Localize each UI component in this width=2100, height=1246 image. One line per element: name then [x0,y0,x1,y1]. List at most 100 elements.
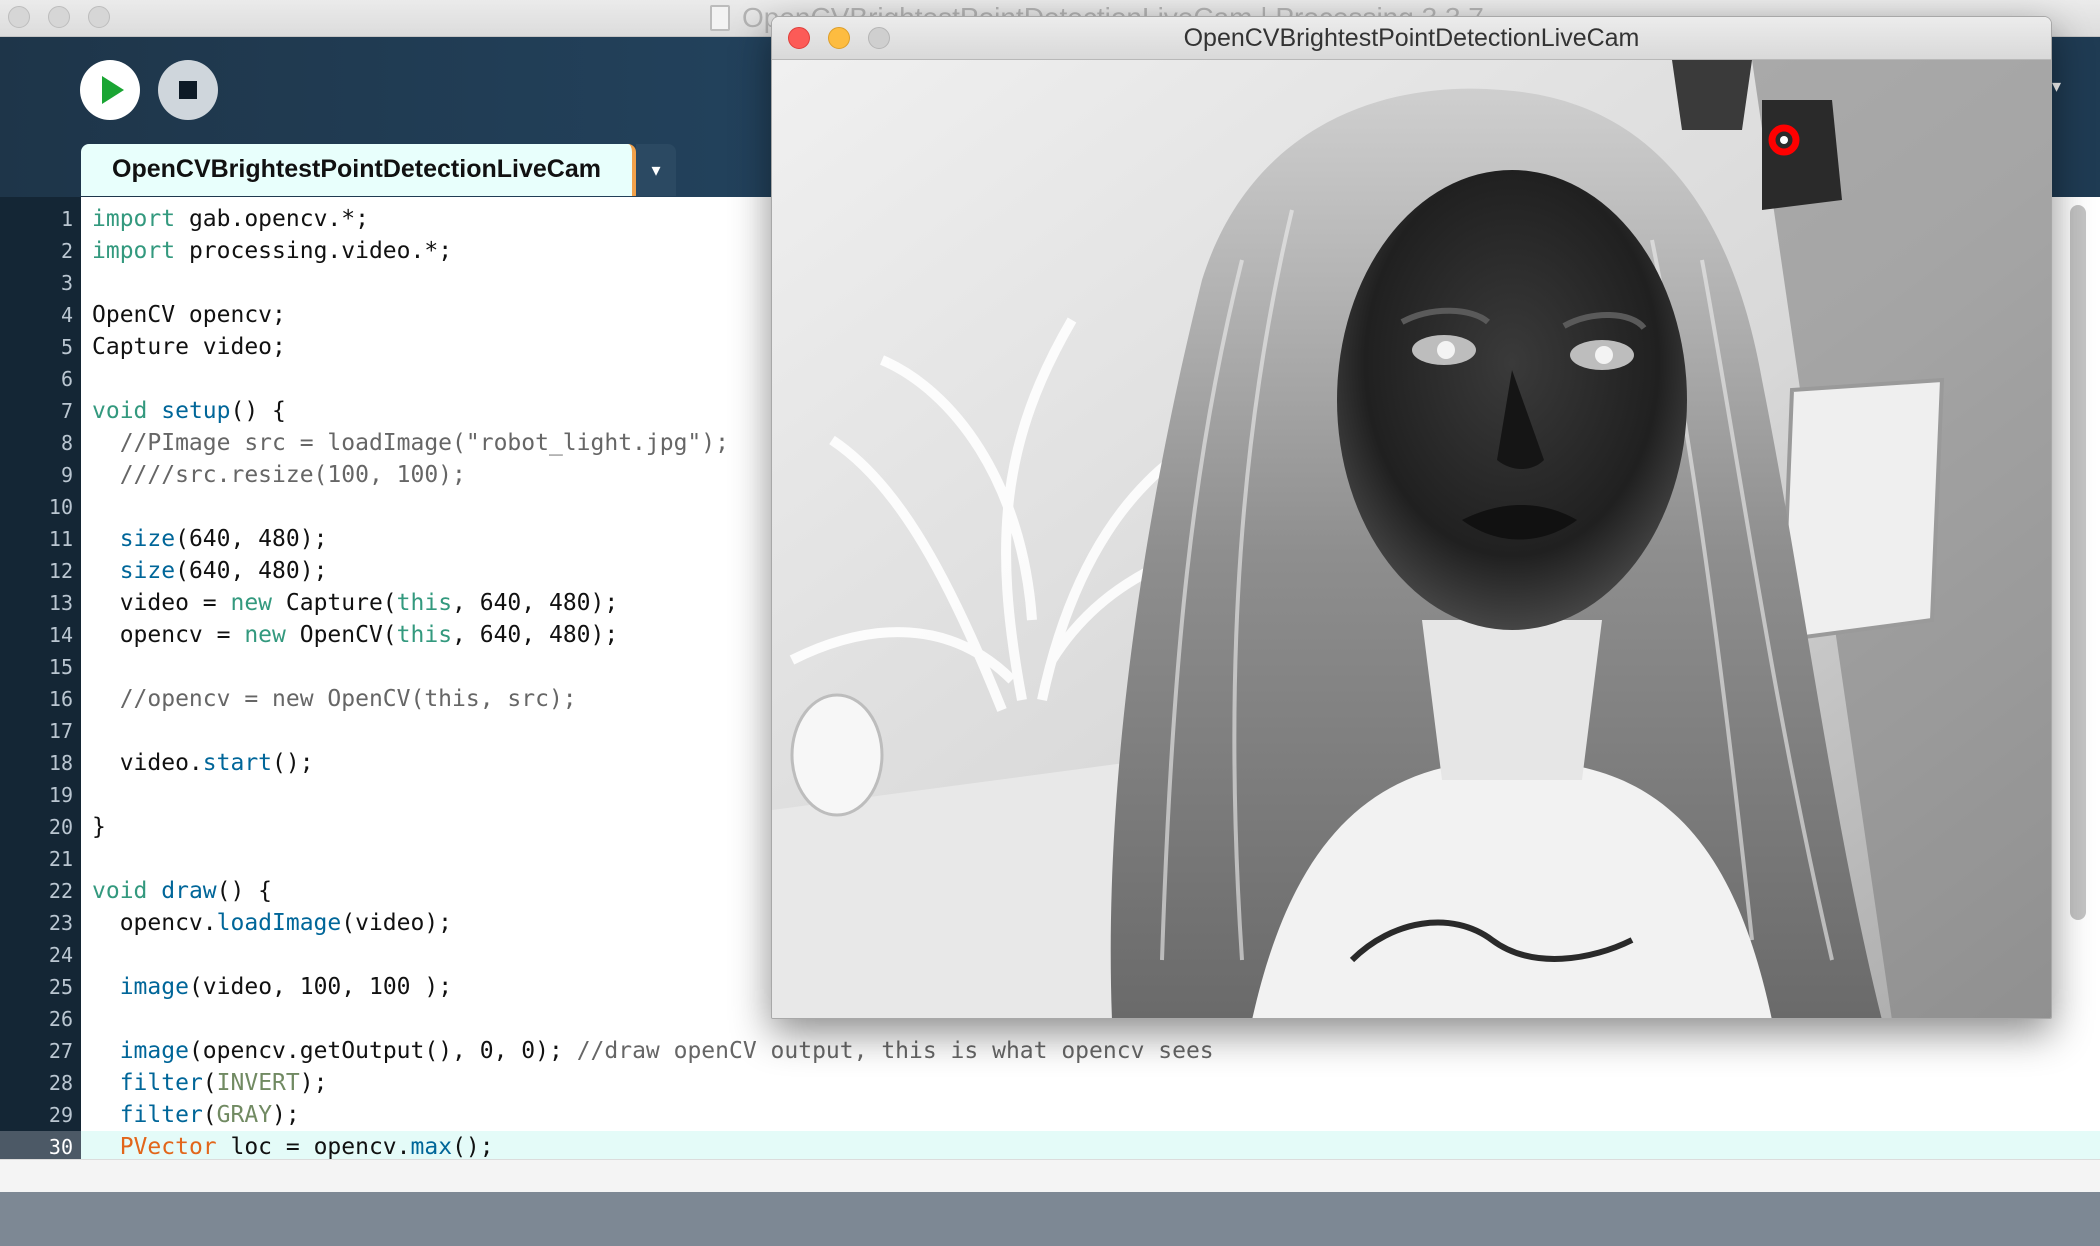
line-number: 16 [48,687,73,711]
ide-minimize-light[interactable] [48,6,70,28]
code-token: max [410,1134,453,1160]
code-token: image [119,1038,189,1064]
code-token: size [119,526,176,552]
code-text: //PImage src = loadImage("robot_light.jp… [92,427,729,459]
line-number: 23 [48,911,73,935]
code-token: (640, 480); [175,526,328,552]
code-token: import [92,206,176,232]
line-number: 25 [48,975,73,999]
code-token: GRAY [216,1102,273,1128]
line-number: 10 [48,495,73,519]
code-token: image [119,974,189,1000]
tab-menu-button[interactable]: ▾ [636,144,676,196]
code-token: Capture video; [92,334,286,360]
code-text: filter(INVERT); [92,1067,328,1099]
code-token: this [396,622,453,648]
code-token: (opencv.getOutput(), 0, 0); [188,1038,577,1064]
code-token: opencv = [92,622,245,648]
code-token: size [119,558,176,584]
line-number: 1 [60,207,73,231]
code-token: OpenCV opencv; [92,302,286,328]
status-bar [0,1192,2100,1246]
code-token: ); [299,1070,328,1096]
code-token: () { [216,878,273,904]
code-token: loadImage [216,910,342,936]
editor-horizontal-bar [0,1159,2100,1193]
code-text: filter(GRAY); [92,1099,300,1131]
ide-close-light[interactable] [8,6,30,28]
code-token: (video, 100, 100 ); [188,974,453,1000]
code-token: import [92,238,176,264]
code-token: processing.video.*; [175,238,453,264]
editor-scrollbar[interactable] [2070,205,2086,920]
line-number: 11 [48,527,73,551]
tab-sketch[interactable]: OpenCVBrightestPointDetectionLiveCam [81,144,636,196]
line-number: 12 [48,559,73,583]
line-number: 2 [60,239,73,263]
code-token: void [92,398,148,424]
run-button[interactable] [80,60,140,120]
lamp-shade-left [1672,60,1752,130]
line-number: 28 [48,1071,73,1095]
line-number: 3 [60,271,73,295]
line-number: 14 [48,623,73,647]
code-text: //opencv = new OpenCV(this, src); [92,683,577,715]
line-number: 27 [48,1039,73,1063]
line-number: 6 [60,367,73,391]
mode-dropdown-arrow-icon[interactable]: ▾ [2052,76,2061,97]
code-token: OpenCV( [285,622,397,648]
code-token: filter [119,1070,203,1096]
camera-canvas [772,60,2051,1018]
code-text: image(opencv.getOutput(), 0, 0); //draw … [92,1035,1214,1067]
code-token: opencv. [92,910,217,936]
line-number: 19 [48,783,73,807]
line-number: 17 [48,719,73,743]
code-token: INVERT [216,1070,300,1096]
tab-label: OpenCVBrightestPointDetectionLiveCam [112,155,601,183]
line-number: 5 [60,335,73,359]
code-token: filter [119,1102,203,1128]
code-token: start [202,750,273,776]
code-text: } [92,811,106,843]
code-token: //PImage src = loadImage("robot_light.jp… [92,430,729,456]
code-text: OpenCV opencv; [92,299,286,331]
code-text: import processing.video.*; [92,235,452,267]
code-token: () { [230,398,286,424]
code-token: (); [452,1134,494,1160]
code-token: } [92,814,106,840]
line-number: 8 [60,431,73,455]
code-text: void setup() { [92,395,286,427]
code-token: new [244,622,286,648]
play-icon [102,76,124,104]
line-number: 24 [48,943,73,967]
code-text: opencv = new OpenCV(this, 640, 480); [92,619,619,651]
line-number: 21 [48,847,73,871]
code-line[interactable]: 29 filter(GRAY); [0,1099,2100,1131]
code-token: ); [272,1102,300,1128]
code-token: video. [92,750,203,776]
stop-button[interactable] [158,60,218,120]
code-token: new [230,590,273,616]
code-token: , 640, 480); [452,622,619,648]
line-number: 9 [60,463,73,487]
sketch-window-title: OpenCVBrightestPointDetectionLiveCam [1183,24,1640,52]
line-number: 29 [48,1103,73,1127]
sketch-window: OpenCVBrightestPointDetectionLiveCam [771,16,2052,1019]
code-line[interactable]: 28 filter(INVERT); [0,1067,2100,1099]
brightest-point-dot [1780,136,1788,144]
code-token: ( [202,1102,217,1128]
code-token: void [92,878,148,904]
code-line[interactable]: 27 image(opencv.getOutput(), 0, 0); //dr… [0,1035,2100,1067]
code-token: (video); [341,910,453,936]
sketch-titlebar[interactable]: OpenCVBrightestPointDetectionLiveCam [772,17,2051,60]
code-token: ( [202,1070,217,1096]
code-text: ////src.resize(100, 100); [92,459,466,491]
code-token: video = [92,590,231,616]
ide-zoom-light[interactable] [88,6,110,28]
code-token: (640, 480); [175,558,328,584]
code-token: ////src.resize(100, 100); [92,462,466,488]
